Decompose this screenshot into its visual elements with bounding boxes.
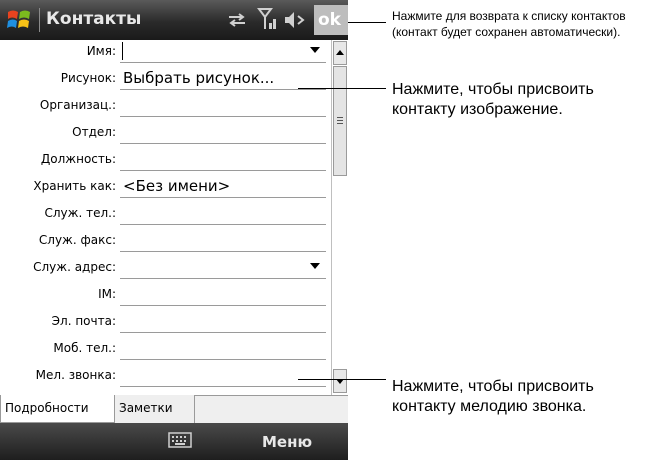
callout-line-picture xyxy=(298,88,386,89)
company-label: Организац.: xyxy=(39,98,116,112)
file-as-value: <Без имени> xyxy=(123,177,231,195)
work-fax-label: Служ. факс: xyxy=(38,233,116,247)
ringtone-field[interactable] xyxy=(120,364,326,387)
grip-icon xyxy=(337,117,343,124)
ok-button[interactable]: ok xyxy=(314,5,348,35)
job-title-label: Должность: xyxy=(40,152,116,166)
device-screen: Контакты ok Имя: Рисунок: Выбрать рисуно… xyxy=(0,0,348,460)
work-phone-label: Служ. тел.: xyxy=(44,206,117,220)
field-row-work-fax: Служ. факс: xyxy=(0,229,331,252)
im-field[interactable] xyxy=(120,283,326,306)
picture-field[interactable]: Выбрать рисунок... xyxy=(120,67,326,90)
field-row-mobile-phone: Моб. тел.: xyxy=(0,337,331,360)
mobile-phone-label: Моб. тел.: xyxy=(53,341,116,355)
title-bar: Контакты ok xyxy=(0,0,348,40)
work-address-field[interactable] xyxy=(120,256,326,279)
field-row-department: Отдел: xyxy=(0,121,331,144)
chevron-down-icon[interactable] xyxy=(310,47,320,53)
field-row-picture: Рисунок: Выбрать рисунок... xyxy=(0,67,331,90)
field-row-company: Организац.: xyxy=(0,94,331,117)
softkey-bar: Меню xyxy=(0,423,348,460)
work-address-label: Служ. адрес: xyxy=(33,260,116,274)
picture-label: Рисунок: xyxy=(60,71,116,85)
tab-notes[interactable]: Заметки xyxy=(115,395,195,423)
job-title-field[interactable] xyxy=(120,148,326,171)
field-row-file-as: Хранить как: <Без имени> xyxy=(0,175,331,198)
email-field[interactable] xyxy=(120,310,326,333)
company-field[interactable] xyxy=(120,94,326,117)
app-title: Контакты xyxy=(46,9,142,29)
field-row-work-phone: Служ. тел.: xyxy=(0,202,331,225)
field-row-job-title: Должность: xyxy=(0,148,331,171)
windows-start-icon[interactable] xyxy=(5,6,33,34)
mobile-phone-field[interactable] xyxy=(120,337,326,360)
department-field[interactable] xyxy=(120,121,326,144)
field-row-name: Имя: xyxy=(0,40,331,63)
volume-icon[interactable] xyxy=(283,9,307,31)
callout-picture: Нажмите, чтобы присвоить контакту изобра… xyxy=(392,81,594,118)
vertical-scrollbar[interactable] xyxy=(331,40,348,395)
signal-icon[interactable] xyxy=(257,7,277,33)
field-row-work-address: Служ. адрес: xyxy=(0,256,331,279)
field-row-im: IM: xyxy=(0,283,331,306)
im-label: IM: xyxy=(98,287,116,301)
scroll-down-arrow-icon[interactable] xyxy=(333,369,347,393)
callout-ringtone: Нажмите, чтобы присвоить контакту мелоди… xyxy=(392,378,594,415)
file-as-field[interactable]: <Без имени> xyxy=(120,175,326,198)
tab-details[interactable]: Подробности xyxy=(0,395,115,423)
ringtone-label: Мел. звонка: xyxy=(35,368,116,382)
callout-line-ringtone xyxy=(298,379,386,380)
name-field[interactable] xyxy=(120,40,326,63)
work-phone-field[interactable] xyxy=(120,202,326,225)
file-as-label: Хранить как: xyxy=(33,179,116,193)
department-label: Отдел: xyxy=(72,125,116,139)
tab-strip: Подробности Заметки xyxy=(0,395,348,423)
title-separator xyxy=(39,8,40,32)
picture-value: Выбрать рисунок... xyxy=(123,69,275,87)
text-caret xyxy=(122,42,123,60)
keyboard-icon[interactable] xyxy=(168,432,192,448)
field-row-email: Эл. почта: xyxy=(0,310,331,333)
callout-ok: Нажмите для возврата к списку контактов … xyxy=(392,9,626,39)
chevron-down-icon[interactable] xyxy=(310,263,320,269)
email-label: Эл. почта: xyxy=(51,314,116,328)
contact-form: Имя: Рисунок: Выбрать рисунок... Организ… xyxy=(0,40,331,395)
work-fax-field[interactable] xyxy=(120,229,326,252)
scroll-up-arrow-icon[interactable] xyxy=(333,41,347,65)
name-label: Имя: xyxy=(86,44,116,58)
scroll-thumb[interactable] xyxy=(333,66,347,176)
callout-line-ok xyxy=(348,22,386,23)
sync-icon[interactable] xyxy=(226,9,248,31)
field-row-ringtone: Мел. звонка: xyxy=(0,364,331,387)
menu-softkey[interactable]: Меню xyxy=(262,433,312,451)
